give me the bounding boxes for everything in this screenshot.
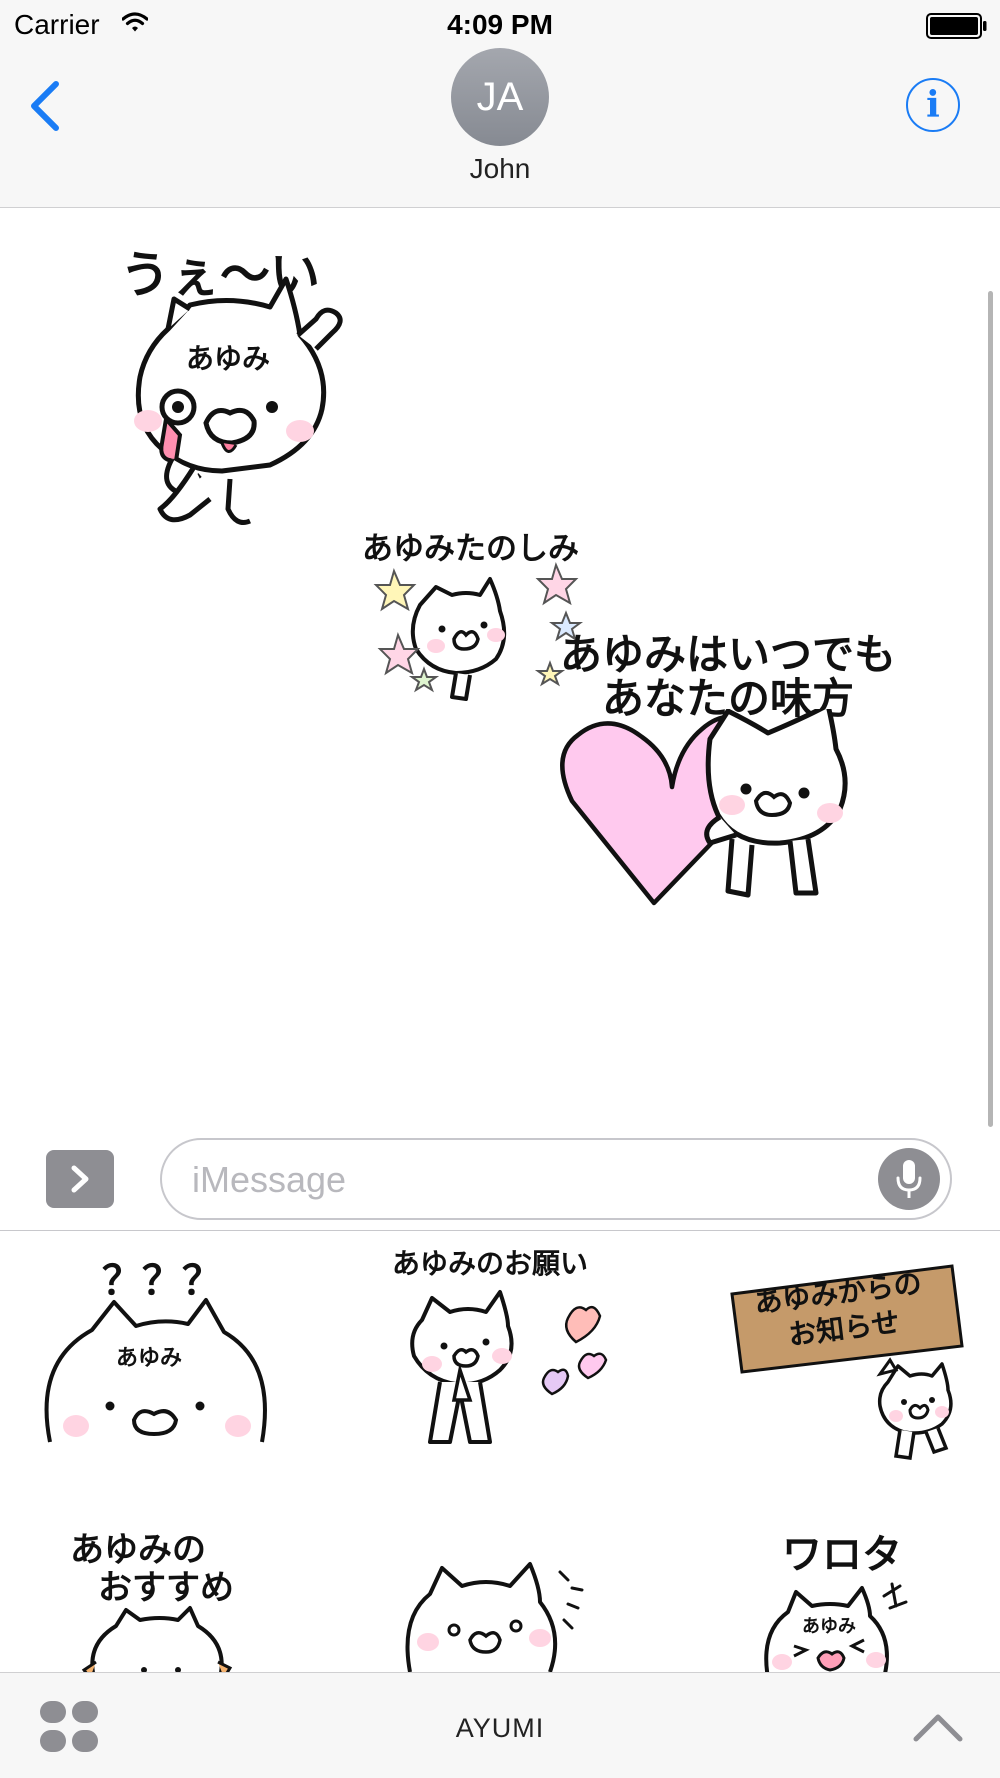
chevron-right-icon xyxy=(71,1165,89,1193)
sticker-name-tag: あゆみ xyxy=(116,1346,183,1371)
info-circle-icon: i xyxy=(926,84,940,126)
message-sticker-waving-cat[interactable]: うぇ～い あゆみ xyxy=(110,209,370,559)
apps-toggle-button[interactable] xyxy=(46,1150,114,1208)
expand-drawer-button[interactable] xyxy=(912,1709,964,1745)
navigation-header: Carrier 4:09 PM JA John i xyxy=(0,0,1000,208)
sticker-name-tag: あゆみ xyxy=(802,1616,856,1637)
cat-sticker-art xyxy=(764,1582,908,1672)
sticker-announcement-cat[interactable]: あゆみからの お知らせ xyxy=(720,1242,980,1482)
sticker-pack-name: AYUMI xyxy=(455,1713,545,1743)
chevron-up-icon xyxy=(913,1714,963,1742)
conversation-transcript[interactable]: うぇ～い あゆみ あゆみたのしみ あゆみはいつでも あなたの味方 xyxy=(0,209,1000,1129)
cat-sticker-art xyxy=(134,276,343,525)
sticker-please-cat[interactable]: あゆみのお願い xyxy=(390,1242,650,1482)
status-bar: Carrier 4:09 PM xyxy=(0,0,1000,50)
battery-icon xyxy=(926,13,987,39)
sticker-question-cat[interactable]: ？？？ あゆみ xyxy=(20,1242,300,1482)
message-sticker-excited-cat[interactable]: あゆみたのしみ xyxy=(360,509,600,729)
back-button[interactable] xyxy=(24,76,68,136)
cat-sticker-art xyxy=(81,1606,233,1672)
sticker-name-tag: あゆみ xyxy=(186,342,271,375)
app-bottom-bar: AYUMI xyxy=(0,1672,1000,1778)
sticker-laughing-cat[interactable]: ワロタ あゆみ xyxy=(760,1522,980,1672)
cat-sticker-art xyxy=(410,1290,608,1444)
scroll-indicator[interactable] xyxy=(988,291,993,1127)
status-time: 4:09 PM xyxy=(447,9,553,40)
sticker-recommend-cat[interactable]: あゆみの おすすめ xyxy=(60,1522,300,1672)
contact-name[interactable]: John xyxy=(0,153,1000,185)
cat-sticker-art xyxy=(405,1562,584,1672)
message-field[interactable] xyxy=(160,1138,952,1220)
microphone-icon xyxy=(896,1160,922,1198)
dictation-button[interactable] xyxy=(878,1148,940,1210)
chevron-left-icon xyxy=(31,81,59,131)
message-input-bar xyxy=(0,1130,1000,1231)
cat-sticker-art xyxy=(373,562,583,701)
info-button[interactable]: i xyxy=(906,78,960,132)
message-input[interactable] xyxy=(192,1158,872,1202)
sticker-drawer[interactable]: ？？？ あゆみ あゆみのお願い あゆみからの お知らせ あゆみの おすすめ ワロ… xyxy=(0,1232,1000,1672)
sticker-pouting-cat[interactable] xyxy=(400,1532,620,1672)
contact-avatar[interactable]: JA xyxy=(451,48,549,146)
